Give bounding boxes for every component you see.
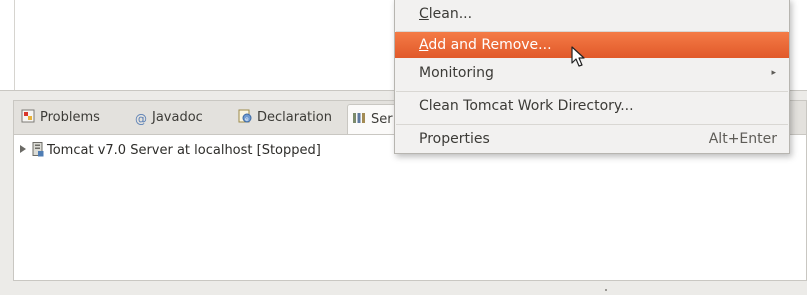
menu-item-clean-work-dir-label: Clean Tomcat Work Directory... xyxy=(419,98,634,114)
menu-item-clean-label: lean... xyxy=(428,6,473,22)
menu-separator xyxy=(396,91,788,92)
server-tree-item[interactable]: Tomcat v7.0 Server at localhost [Stopped… xyxy=(20,141,321,161)
menu-item-clean-tomcat-work-directory[interactable]: Clean Tomcat Work Directory... xyxy=(395,93,789,119)
problems-icon xyxy=(21,108,35,123)
tab-javadoc[interactable]: @ Javadoc xyxy=(135,106,203,130)
server-icon xyxy=(32,142,44,157)
server-label: Tomcat v7.0 Server at localhost [Stopped… xyxy=(47,143,321,158)
status-divider xyxy=(605,289,607,291)
menu-item-monitoring-label: Monitoring xyxy=(419,65,494,81)
servers-view: Tomcat v7.0 Server at localhost [Stopped… xyxy=(13,134,807,281)
at-sign-icon: @ xyxy=(135,112,147,126)
menu-item-monitoring[interactable]: Monitoring ▸ xyxy=(395,60,789,86)
tab-servers[interactable]: Ser xyxy=(347,104,400,135)
submenu-arrow-icon: ▸ xyxy=(771,68,776,78)
menu-separator xyxy=(396,124,788,125)
menu-item-add-label: dd and Remove... xyxy=(428,37,552,53)
menu-item-clean-mnemonic: C xyxy=(419,6,429,22)
tab-problems[interactable]: Problems xyxy=(21,106,100,130)
properties-shortcut: Alt+Enter xyxy=(708,131,777,147)
servers-icon xyxy=(352,107,366,123)
expand-arrow-icon[interactable] xyxy=(20,145,26,153)
menu-item-add-and-remove[interactable]: Add and Remove... xyxy=(395,32,789,58)
declaration-icon: e xyxy=(238,108,252,123)
status-bar xyxy=(0,281,807,295)
menu-item-add-mnemonic: A xyxy=(419,37,429,53)
menu-item-properties-label: Properties xyxy=(419,131,490,147)
svg-text:e: e xyxy=(245,116,249,123)
context-menu: Clean... Add and Remove... Monitoring ▸ C… xyxy=(394,0,790,154)
tab-servers-label: Ser xyxy=(371,112,393,127)
mouse-pointer-icon xyxy=(571,46,587,68)
tab-declaration[interactable]: e Declaration xyxy=(238,106,332,130)
menu-item-clean[interactable]: Clean... xyxy=(395,1,789,27)
tab-problems-label: Problems xyxy=(40,110,100,125)
tab-javadoc-label: Javadoc xyxy=(152,110,203,125)
tab-declaration-label: Declaration xyxy=(257,110,332,125)
menu-item-properties[interactable]: Properties Alt+Enter xyxy=(395,126,789,152)
editor-border xyxy=(14,0,15,90)
